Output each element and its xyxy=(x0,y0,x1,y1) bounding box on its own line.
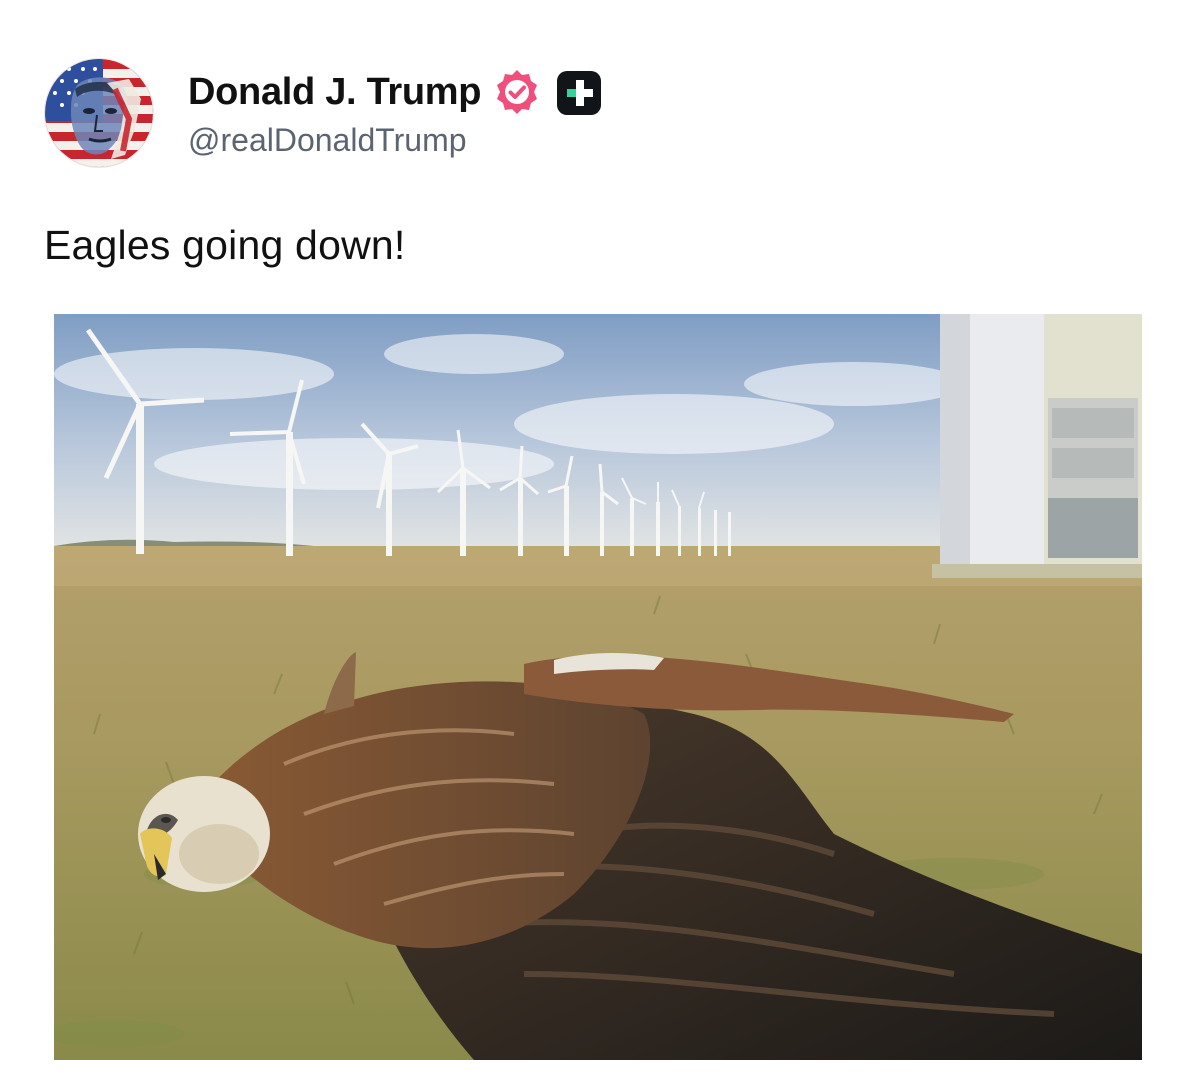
author-identity: Donald J. Trump @realDonaldTrump xyxy=(188,68,605,159)
author-avatar[interactable] xyxy=(44,58,154,168)
post-text: Eagles going down! xyxy=(44,222,406,268)
dead-bird-wind-farm-photo xyxy=(54,314,1142,1060)
post-header: Donald J. Trump @realDonaldTrump xyxy=(44,58,605,168)
plus-badge-icon xyxy=(553,67,605,119)
post-card: Donald J. Trump @realDonaldTrump Eagles … xyxy=(0,0,1200,1074)
author-name-row: Donald J. Trump xyxy=(188,68,605,118)
post-media-photo[interactable] xyxy=(54,314,1142,1060)
author-handle[interactable]: @realDonaldTrump xyxy=(188,122,605,159)
avatar-image xyxy=(45,59,153,167)
author-display-name[interactable]: Donald J. Trump xyxy=(188,71,482,114)
verified-check-icon xyxy=(491,67,543,119)
